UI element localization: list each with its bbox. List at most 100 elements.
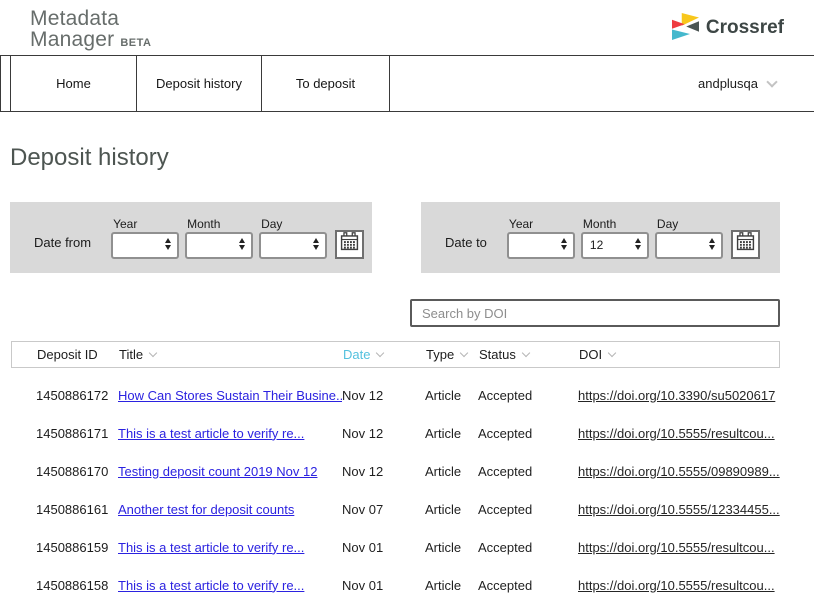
sort-chevron-icon (608, 349, 616, 357)
day-label: Day (261, 217, 327, 231)
sort-chevron-icon (522, 349, 530, 357)
column-header-doi[interactable]: DOI (579, 347, 779, 362)
date-to-year-select[interactable] (507, 232, 575, 259)
doi-link[interactable]: https://doi.org/10.3390/su5020617 (578, 388, 775, 403)
date-from-month-field: Month (185, 217, 253, 259)
status-cell: Accepted (478, 464, 578, 479)
table-row: 1450886159 This is a test article to ver… (11, 528, 780, 566)
date-to-day-select[interactable] (655, 232, 723, 259)
nav-tab-deposit-history[interactable]: Deposit history (137, 56, 262, 111)
date-from-day-field: Day (259, 217, 327, 259)
doi-link[interactable]: https://doi.org/10.5555/12334455... (578, 502, 780, 517)
date-from-fields: Year Month Day (111, 217, 364, 259)
search-row (0, 299, 780, 327)
date-from-year-select[interactable] (111, 232, 179, 259)
title-cell: This is a test article to verify re... (118, 426, 342, 441)
year-label: Year (509, 217, 575, 231)
type-cell: Article (425, 502, 478, 517)
date-from-year-field: Year (111, 217, 179, 259)
doi-cell: https://doi.org/10.5555/resultcou... (578, 540, 780, 555)
column-label: Date (343, 347, 370, 362)
deposit-id-cell: 1450886161 (11, 502, 118, 517)
date-from-calendar-button[interactable] (335, 230, 364, 259)
column-header-status[interactable]: Status (479, 347, 579, 362)
doi-cell: https://doi.org/10.5555/12334455... (578, 502, 780, 517)
select-stepper-icon (239, 238, 245, 251)
title-link[interactable]: How Can Stores Sustain Their Busine... (118, 388, 342, 403)
column-header-title[interactable]: Title (119, 347, 343, 362)
app-title: Metadata Manager BETA (30, 8, 151, 54)
column-label: Status (479, 347, 516, 362)
type-cell: Article (425, 464, 478, 479)
doi-link[interactable]: https://doi.org/10.5555/resultcou... (578, 426, 775, 441)
table-row: 1450886171 This is a test article to ver… (11, 414, 780, 452)
date-to-filter: Date to Year Month 12 D (421, 202, 780, 273)
deposit-id-cell: 1450886158 (11, 578, 118, 593)
user-menu[interactable]: andplusqa (698, 76, 776, 91)
column-label: Deposit ID (37, 347, 98, 362)
table-header: Deposit ID Title Date Type Status DOI (11, 341, 780, 368)
crossref-logo-icon (672, 10, 699, 46)
date-to-label: Date to (445, 225, 487, 250)
column-header-date[interactable]: Date (343, 347, 426, 362)
column-label: Type (426, 347, 454, 362)
table-body: 1450886172 How Can Stores Sustain Their … (11, 376, 780, 604)
status-cell: Accepted (478, 540, 578, 555)
type-cell: Article (425, 540, 478, 555)
select-stepper-icon (313, 238, 319, 251)
date-cell: Nov 01 (342, 540, 425, 555)
title-link[interactable]: This is a test article to verify re... (118, 540, 304, 555)
crossref-logo: Crossref (672, 10, 784, 46)
nav-tab-deposit-history-label: Deposit history (156, 76, 242, 91)
select-stepper-icon (165, 238, 171, 251)
crossref-wordmark: Crossref (706, 17, 784, 39)
date-cell: Nov 12 (342, 464, 425, 479)
doi-link[interactable]: https://doi.org/10.5555/09890989... (578, 464, 780, 479)
doi-cell: https://doi.org/10.5555/09890989... (578, 464, 780, 479)
column-label: Title (119, 347, 143, 362)
date-from-day-select[interactable] (259, 232, 327, 259)
table-row: 1450886158 This is a test article to ver… (11, 566, 780, 604)
nav-spacer (1, 56, 11, 111)
nav-tab-to-deposit-label: To deposit (296, 76, 355, 91)
deposit-id-cell: 1450886170 (11, 464, 118, 479)
month-value: 12 (590, 238, 603, 252)
title-link[interactable]: This is a test article to verify re... (118, 426, 304, 441)
top-header: Metadata Manager BETA Crossref (0, 0, 814, 55)
date-to-fields: Year Month 12 Day (507, 217, 760, 259)
date-from-month-select[interactable] (185, 232, 253, 259)
sort-chevron-icon (460, 349, 468, 357)
date-to-month-select[interactable]: 12 (581, 232, 649, 259)
month-label: Month (583, 217, 649, 231)
beta-badge: BETA (120, 37, 151, 49)
doi-link[interactable]: https://doi.org/10.5555/resultcou... (578, 578, 775, 593)
type-cell: Article (425, 388, 478, 403)
title-link[interactable]: This is a test article to verify re... (118, 578, 304, 593)
page-title: Deposit history (10, 144, 814, 172)
date-to-calendar-button[interactable] (731, 230, 760, 259)
title-link[interactable]: Another test for deposit counts (118, 502, 294, 517)
date-cell: Nov 07 (342, 502, 425, 517)
date-from-filter: Date from Year Month D (10, 202, 372, 273)
user-name: andplusqa (698, 76, 758, 91)
column-label: DOI (579, 347, 602, 362)
nav-tab-to-deposit[interactable]: To deposit (262, 56, 390, 111)
column-header-deposit-id[interactable]: Deposit ID (12, 347, 119, 362)
column-header-type[interactable]: Type (426, 347, 479, 362)
status-cell: Accepted (478, 502, 578, 517)
doi-link[interactable]: https://doi.org/10.5555/resultcou... (578, 540, 775, 555)
title-cell: How Can Stores Sustain Their Busine... (118, 388, 342, 403)
sort-chevron-icon (376, 349, 384, 357)
deposit-id-cell: 1450886172 (11, 388, 118, 403)
date-cell: Nov 12 (342, 388, 425, 403)
app-title-line2: Manager BETA (30, 29, 151, 54)
app-title-line1: Metadata (30, 8, 151, 29)
select-stepper-icon (561, 238, 567, 251)
date-cell: Nov 12 (342, 426, 425, 441)
nav-tab-home[interactable]: Home (11, 56, 137, 111)
search-input[interactable] (410, 299, 780, 327)
main-nav: Home Deposit history To deposit andplusq… (0, 55, 814, 112)
title-link[interactable]: Testing deposit count 2019 Nov 12 (118, 464, 317, 479)
table-row: 1450886172 How Can Stores Sustain Their … (11, 376, 780, 414)
table-row: 1450886161 Another test for deposit coun… (11, 490, 780, 528)
